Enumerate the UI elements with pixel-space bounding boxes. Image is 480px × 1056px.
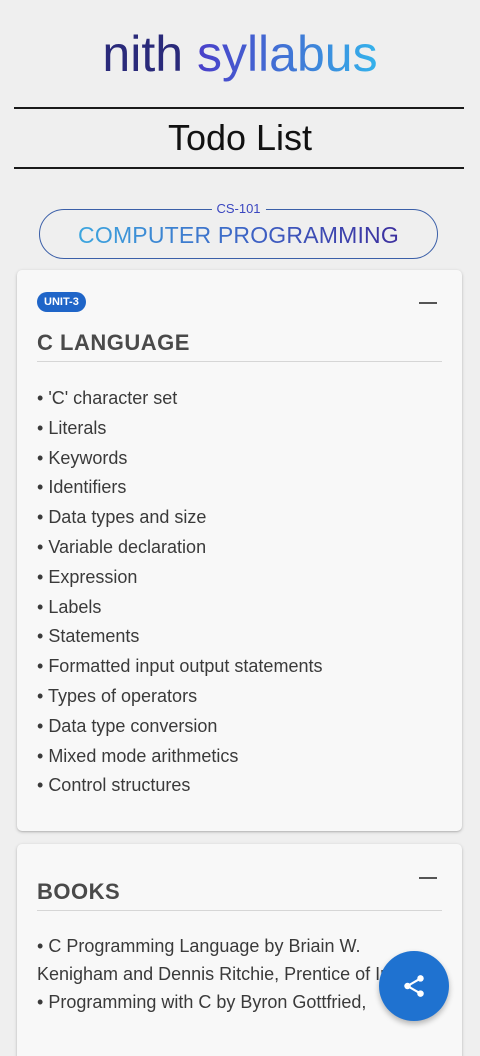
title-top-divider — [14, 107, 464, 109]
topic-list: 'C' character set Literals Keywords Iden… — [37, 384, 446, 801]
list-item: Data types and size — [37, 503, 446, 533]
list-item: 'C' character set — [37, 384, 446, 414]
unit-badge: UNIT-3 — [37, 292, 86, 312]
list-item: Expression — [37, 563, 446, 593]
books-card: BOOKS C Programming Language by Briain W… — [17, 844, 462, 1056]
list-item: Formatted input output statements — [37, 652, 446, 682]
list-item: Identifiers — [37, 473, 446, 503]
list-item: Control structures — [37, 771, 446, 801]
page-title: Todo List — [167, 117, 313, 158]
list-item: Mixed mode arithmetics — [37, 742, 446, 772]
list-item: Literals — [37, 414, 446, 444]
course-code: CS-101 — [211, 201, 266, 217]
unit-title: C LANGUAGE — [37, 330, 442, 362]
books-title: BOOKS — [37, 879, 442, 911]
list-item: Keywords — [37, 444, 446, 474]
collapse-minus-icon[interactable] — [419, 302, 437, 304]
title-bottom-divider — [14, 167, 464, 169]
unit-card: UNIT-3 C LANGUAGE 'C' character set Lite… — [17, 270, 462, 831]
list-item: Labels — [37, 593, 446, 623]
list-item: Data type conversion — [37, 712, 446, 742]
share-button[interactable] — [379, 951, 449, 1021]
list-item: Statements — [37, 622, 446, 652]
share-icon — [404, 975, 424, 997]
brand-logo: nith syllabus — [0, 22, 480, 86]
course-pill: CS-101 COMPUTER PROGRAMMING — [39, 201, 438, 259]
brand-word-nith: nith — [102, 26, 184, 82]
list-item: Variable declaration — [37, 533, 446, 563]
course-name: COMPUTER PROGRAMMING — [78, 221, 399, 248]
brand-word-syllabus: syllabus — [196, 26, 378, 82]
list-item: Types of operators — [37, 682, 446, 712]
